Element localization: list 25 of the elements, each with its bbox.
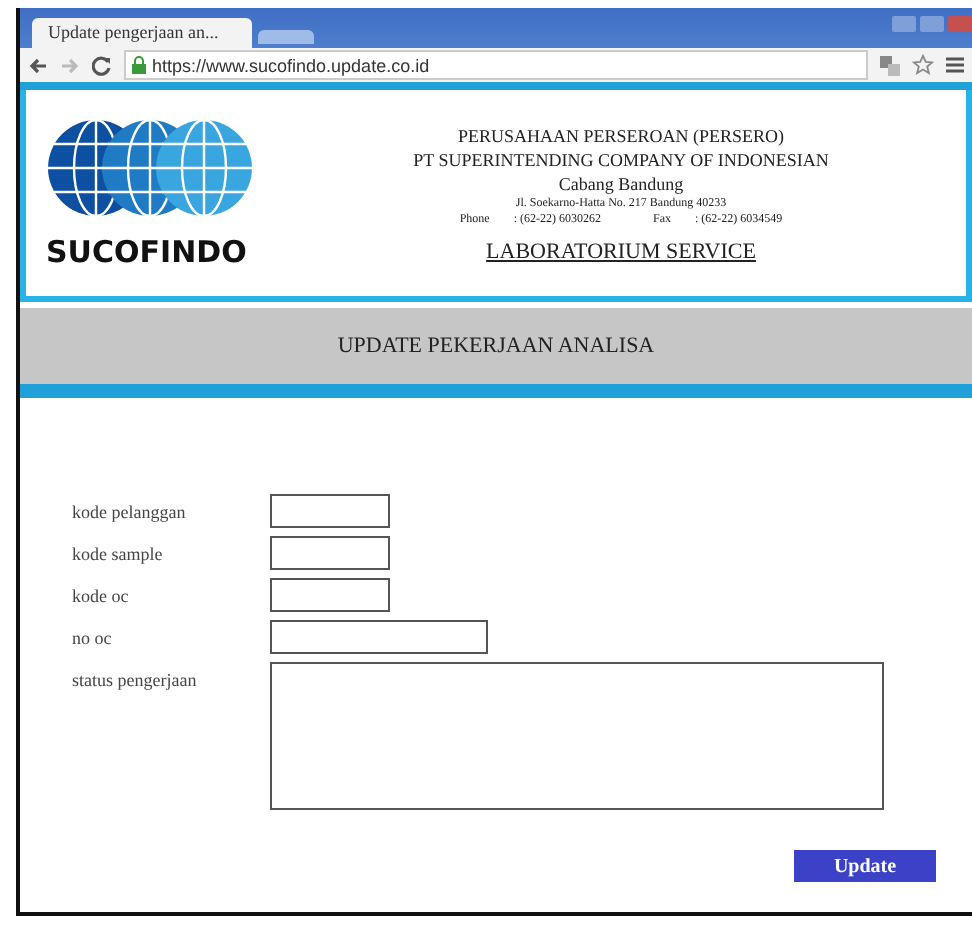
company-line: Cabang Bandung (558, 171, 684, 195)
field-label: no oc (72, 626, 114, 652)
address-bar[interactable]: https://www.sucofindo.update.co.id (124, 50, 868, 80)
page-title: UPDATE PEKERJAAN ANALISA (337, 334, 655, 358)
field-label: kode sample (72, 542, 165, 568)
input-field[interactable] (270, 536, 390, 570)
logo-text: SUCOFINDO (46, 233, 249, 269)
translate-icon[interactable] (880, 55, 900, 75)
update-button[interactable]: Update (794, 850, 936, 882)
star-icon[interactable] (912, 54, 934, 76)
menu-icon[interactable] (946, 56, 964, 74)
browser-tab[interactable]: Update pengerjaan an... (32, 18, 252, 48)
back-icon[interactable] (28, 55, 48, 75)
input-field[interactable] (270, 620, 488, 654)
input-field[interactable] (270, 494, 390, 528)
service-title: LABORATORIUM SERVICE (486, 239, 756, 263)
reload-icon[interactable] (92, 55, 112, 75)
globe-logo-icon (46, 117, 254, 217)
field-label: status pengerjaan (72, 668, 199, 694)
field-label: kode oc (72, 584, 131, 610)
input-field[interactable] (270, 578, 390, 612)
company-line: PT SUPERINTENDING COMPANY OF INDONESIAN (413, 147, 829, 171)
text-area[interactable] (270, 662, 884, 810)
company-line: PERUSAHAAN PERSEROAN (PERSERO) (457, 123, 785, 147)
field-label: kode pelanggan (72, 500, 188, 526)
